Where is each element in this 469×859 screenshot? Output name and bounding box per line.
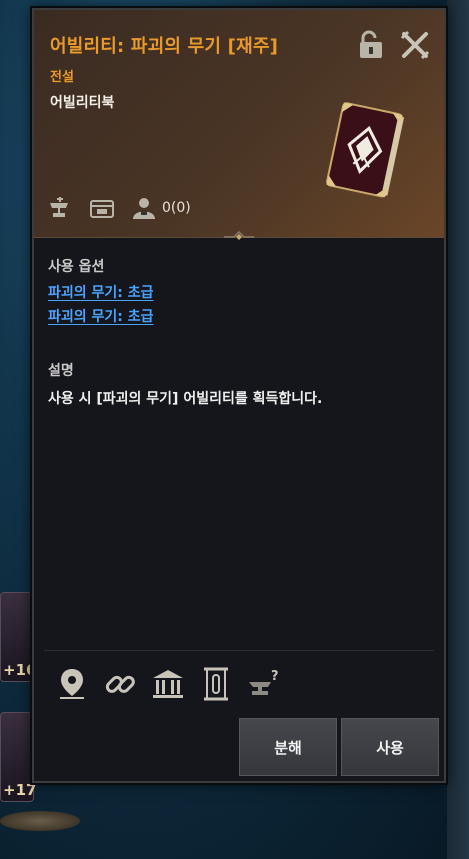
unlock-icon[interactable] — [358, 30, 384, 60]
ability-book-icon — [326, 102, 405, 198]
close-icon[interactable] — [400, 30, 430, 60]
option-link[interactable]: 파괴의 무기: 초급 — [48, 306, 154, 326]
footer-actions: ? — [54, 666, 282, 702]
storage-icon — [90, 200, 114, 218]
item-grade: 전설 — [50, 70, 74, 85]
anvil-question-icon[interactable]: ? — [246, 666, 282, 702]
svg-text:?: ? — [271, 669, 279, 684]
background-pedestal — [0, 811, 80, 831]
bank-icon[interactable] — [150, 666, 186, 702]
item-properties: 0(0) — [46, 195, 191, 221]
link-icon[interactable] — [102, 666, 138, 702]
anvil-icon — [50, 197, 68, 217]
item-title: 어빌리티: 파괴의 무기 [재주] — [50, 36, 279, 57]
description-label: 설명 — [48, 363, 74, 379]
use-button[interactable]: 사용 — [341, 718, 439, 776]
option-link[interactable]: 파괴의 무기: 초급 — [48, 282, 154, 302]
item-tooltip-panel: 어빌리티: 파괴의 무기 [재주] 전설 어빌리티북 0(0) 사용 옵션 파괴… — [32, 8, 446, 783]
scroll-icon[interactable] — [198, 666, 234, 702]
item-header: 어빌리티: 파괴의 무기 [재주] 전설 어빌리티북 0(0) — [34, 10, 444, 238]
item-enhance-level: +17 — [3, 781, 37, 799]
decompose-button[interactable]: 분해 — [239, 718, 337, 776]
background-strip — [447, 0, 469, 859]
item-type: 어빌리티북 — [50, 95, 115, 111]
character-bound-icon — [133, 198, 155, 219]
location-icon[interactable] — [54, 666, 90, 702]
options-label: 사용 옵션 — [48, 259, 105, 275]
divider-ornament — [224, 230, 254, 240]
item-count: 0(0) — [162, 200, 191, 216]
description-text: 사용 시 [파괴의 무기] 어빌리티를 획득합니다. — [48, 391, 323, 407]
background-item-slot: +17 — [0, 712, 37, 802]
background-item-slot: +16 — [0, 592, 36, 682]
footer-divider — [44, 650, 434, 651]
